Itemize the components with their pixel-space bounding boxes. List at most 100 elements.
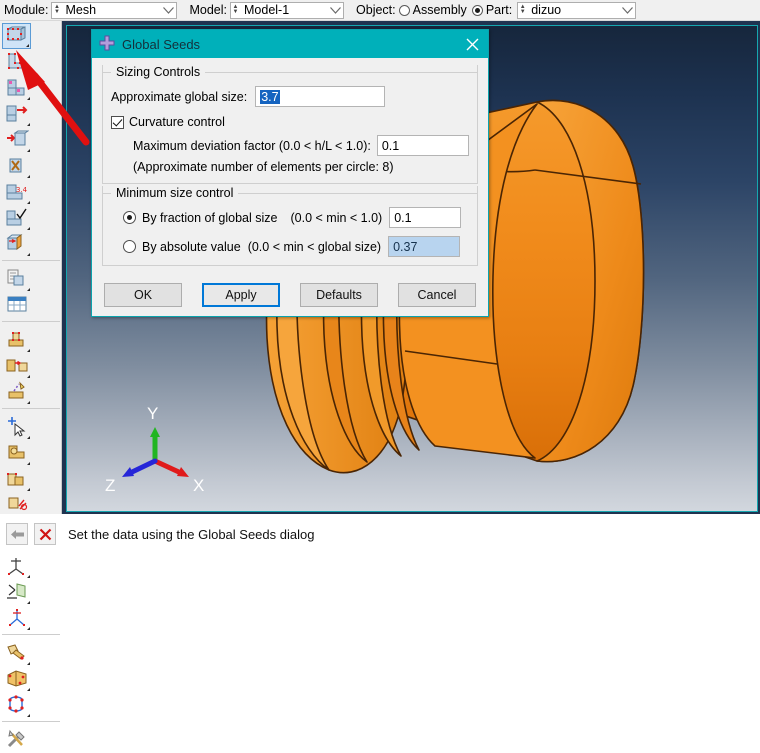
toolbox-button-create-datum-csys[interactable] — [2, 605, 31, 631]
by-absolute-row[interactable]: By absolute value (0.0 < min < global si… — [111, 236, 469, 257]
toolbox-button-assign-element-type[interactable] — [2, 101, 31, 127]
flyout-corner-icon — [27, 149, 30, 152]
flyout-corner-icon — [27, 71, 30, 74]
curvature-control-label: Curvature control — [129, 115, 225, 129]
model-combobox[interactable]: ▲ ▼ Model-1 — [230, 1, 345, 19]
toolbox-separator — [2, 260, 60, 261]
toolbox-group-query — [0, 264, 61, 318]
sizing-controls-label: Sizing Controls — [116, 65, 201, 79]
by-absolute-input[interactable]: 0.37 — [388, 236, 461, 257]
flyout-corner-icon — [27, 488, 30, 491]
toolbox-button-mesh-part-instance[interactable] — [2, 127, 31, 153]
by-fraction-input[interactable]: 0.1 — [389, 207, 462, 228]
group-line-right — [238, 192, 477, 194]
triad-label-y: Y — [147, 404, 158, 423]
toolbox-button-partition-select[interactable] — [2, 414, 31, 440]
toolbox-separator — [2, 634, 60, 635]
status-bar: Set the data using the Global Seeds dial… — [0, 514, 760, 554]
toolbox-button-edit-mesh[interactable] — [2, 666, 31, 692]
dialog-title-bar[interactable]: Global Seeds — [92, 30, 488, 58]
by-fraction-hint: (0.0 < min < 1.0) — [290, 210, 383, 225]
toolbox-button-mesh-statistics-table[interactable] — [2, 292, 31, 318]
global-seeds-dialog[interactable]: Global Seeds Sizing Controls Approximate… — [91, 29, 489, 317]
flyout-corner-icon — [27, 349, 30, 352]
part-spinner-icon[interactable]: ▲ ▼ — [518, 3, 527, 18]
curvature-control-row[interactable]: Curvature control — [111, 115, 469, 129]
toolbox-button-partition-face[interactable] — [2, 466, 31, 492]
flyout-corner-icon — [27, 662, 30, 665]
group-line-right — [205, 71, 477, 73]
flyout-corner-icon — [27, 436, 30, 439]
flyout-corner-icon — [27, 601, 30, 604]
approx-global-size-label: Approximate global size: — [111, 89, 248, 104]
chevron-down-icon[interactable] — [161, 3, 176, 18]
toolbox-button-create-datum-plane[interactable] — [2, 579, 31, 605]
back-arrow-icon[interactable] — [6, 523, 28, 545]
max-deviation-label: Maximum deviation factor (0.0 < h/L < 1.… — [133, 138, 371, 153]
close-icon[interactable] — [462, 34, 482, 54]
toolbox-button-merge-edges[interactable] — [2, 353, 31, 379]
flyout-corner-icon — [27, 253, 30, 256]
model-label: Model: — [189, 3, 228, 17]
max-deviation-value: 0.1 — [381, 138, 400, 153]
toolbox-separator — [2, 721, 60, 722]
toolbox-separator — [2, 321, 60, 322]
toolbox-button-remesh-region[interactable] — [2, 692, 31, 718]
object-part-radio[interactable]: Part: — [471, 3, 515, 17]
chevron-down-icon[interactable] — [620, 3, 635, 18]
toolbox-button-query-information[interactable] — [2, 266, 31, 292]
by-absolute-label: By absolute value — [142, 239, 241, 254]
toolbox-button-assign-mesh-controls[interactable] — [2, 75, 31, 101]
by-absolute-value: 0.37 — [393, 239, 418, 254]
toolbox-button-mesh-part-stack[interactable] — [2, 231, 31, 257]
flyout-corner-icon — [27, 375, 30, 378]
flyout-corner-icon — [27, 227, 30, 230]
flyout-corner-icon — [27, 627, 30, 630]
chevron-down-icon[interactable] — [328, 3, 343, 18]
triad-label-x: X — [193, 476, 204, 493]
toolbox-button-delete-part-instance-mesh[interactable] — [2, 153, 31, 179]
by-fraction-value: 0.1 — [394, 210, 412, 225]
toolbox-button-create-virtual-topology[interactable] — [2, 327, 31, 353]
max-deviation-input[interactable]: 0.1 — [376, 135, 469, 156]
object-label: Object: — [356, 3, 396, 17]
module-spinner-icon[interactable]: ▲ ▼ — [52, 3, 61, 18]
model-spinner-icon[interactable]: ▲ ▼ — [231, 3, 240, 18]
dialog-title-text: Global Seeds — [122, 36, 201, 52]
flyout-corner-icon — [27, 462, 30, 465]
minimum-size-control-group: Minimum size control By fraction of glob… — [102, 186, 478, 266]
cancel-button[interactable]: Cancel — [398, 283, 476, 307]
toolbox-button-create-datum-axis[interactable] — [2, 553, 31, 579]
toolbox-button-mesh-check[interactable] — [2, 205, 31, 231]
module-value: Mesh — [65, 3, 97, 17]
module-combobox[interactable]: ▲ ▼ Mesh — [51, 1, 178, 19]
object-assembly-radio[interactable]: Assembly — [398, 3, 470, 17]
by-fraction-label: By fraction of global size — [142, 210, 278, 225]
ok-button[interactable]: OK — [104, 283, 182, 307]
assembly-radio-dot — [398, 4, 410, 16]
dialog-body: Sizing Controls Approximate global size:… — [92, 58, 488, 275]
by-absolute-radio[interactable] — [123, 240, 136, 253]
by-fraction-radio[interactable] — [123, 211, 136, 224]
toolbox-button-seed-edges[interactable] — [2, 49, 31, 75]
elements-per-circle-row: (Approximate number of elements per circ… — [111, 160, 469, 174]
flyout-corner-icon — [27, 575, 30, 578]
defaults-button[interactable]: Defaults — [300, 283, 378, 307]
toolbox-button-repair-geometry[interactable] — [2, 640, 31, 666]
module-label: Module: — [4, 3, 49, 17]
red-x-icon[interactable] — [34, 523, 56, 545]
toolbox-button-seed-part-instance[interactable] — [2, 23, 31, 49]
curvature-control-checkbox[interactable] — [111, 115, 124, 129]
toolbox-button-mesh-tools[interactable] — [2, 727, 31, 753]
apply-button[interactable]: Apply — [202, 283, 280, 307]
approx-global-size-input[interactable]: 3.7 — [255, 86, 386, 107]
part-combobox[interactable]: ▲ ▼ dizuo — [517, 1, 637, 19]
toolbox-button-verify-mesh[interactable]: 3.4 — [2, 179, 31, 205]
toolbox-button-ignore-entities[interactable] — [2, 379, 31, 405]
flyout-corner-icon — [27, 688, 30, 691]
toolbox-button-partition-cell[interactable] — [2, 440, 31, 466]
by-fraction-row[interactable]: By fraction of global size (0.0 < min < … — [111, 207, 469, 228]
context-bar: Module: ▲ ▼ Mesh Model: ▲ ▼ Model-1 Object… — [0, 0, 760, 21]
svg-text:3.4: 3.4 — [16, 186, 28, 194]
approx-global-size-row: Approximate global size: 3.7 — [111, 86, 469, 107]
